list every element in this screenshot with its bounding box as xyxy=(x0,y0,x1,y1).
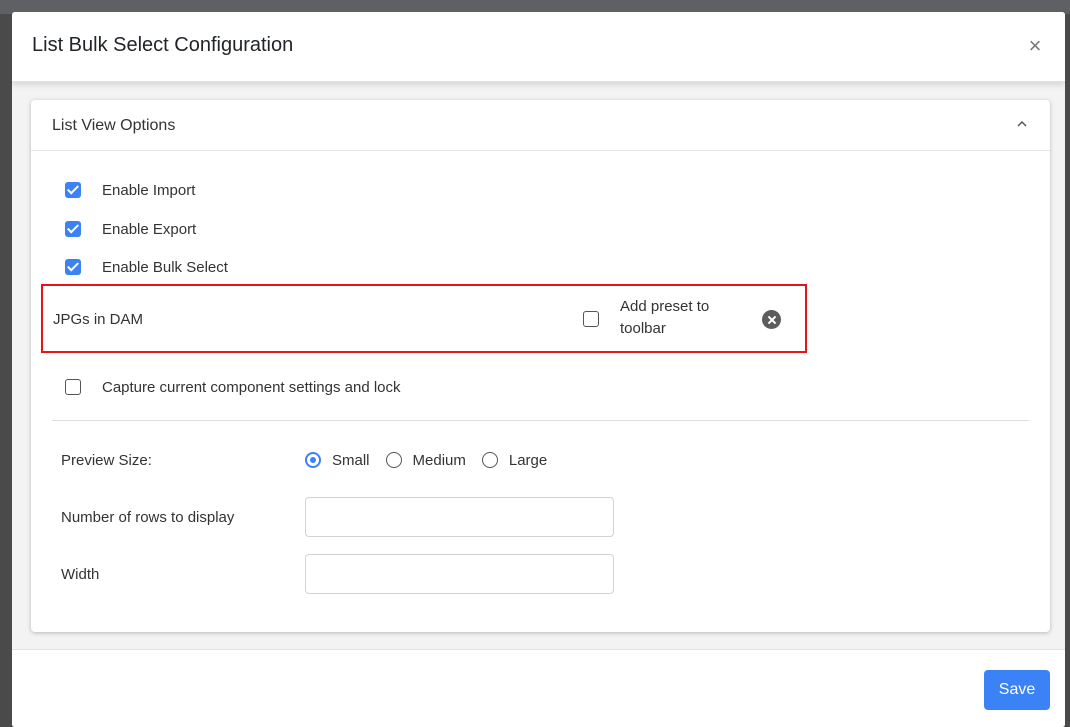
preset-row: JPGs in DAM Add preset to toolbar xyxy=(41,284,807,353)
config-modal: List Bulk Select Configuration × List Vi… xyxy=(12,12,1065,727)
preview-size-large-radio[interactable] xyxy=(481,452,498,468)
save-button[interactable]: Save xyxy=(984,670,1050,710)
backdrop-left xyxy=(0,14,12,727)
enable-export-option[interactable]: Enable Export xyxy=(65,219,196,239)
preview-size-small-label: Small xyxy=(332,451,370,469)
enable-bulk-select-label: Enable Bulk Select xyxy=(102,258,228,276)
backdrop-right xyxy=(1065,14,1070,727)
preview-size-medium-radio[interactable] xyxy=(385,452,402,468)
enable-bulk-select-option[interactable]: Enable Bulk Select xyxy=(65,257,228,277)
divider xyxy=(52,420,1029,421)
preview-size-large-label: Large xyxy=(508,451,548,469)
list-view-options-panel: List View Options Enable Import Enable E… xyxy=(31,100,1050,632)
add-preset-to-toolbar-checkbox[interactable] xyxy=(583,311,599,327)
panel-header[interactable]: List View Options xyxy=(31,100,1050,151)
modal-header: List Bulk Select Configuration × xyxy=(12,12,1065,82)
enable-export-checkbox[interactable] xyxy=(65,221,81,237)
enable-import-option[interactable]: Enable Import xyxy=(65,180,195,200)
close-icon[interactable]: × xyxy=(1023,34,1047,58)
modal-body: List View Options Enable Import Enable E… xyxy=(12,82,1065,649)
rows-to-display-input[interactable] xyxy=(305,497,614,537)
preview-size-label: Preview Size: xyxy=(61,452,152,469)
preset-name: JPGs in DAM xyxy=(53,311,144,328)
chevron-up-icon[interactable] xyxy=(1014,116,1030,132)
preview-size-medium-label: Medium xyxy=(412,451,466,469)
width-label: Width xyxy=(61,566,100,583)
enable-import-label: Enable Import xyxy=(102,181,196,199)
capture-settings-checkbox[interactable] xyxy=(65,379,81,395)
panel-title: List View Options xyxy=(52,117,176,134)
rows-to-display-label: Number of rows to display xyxy=(61,509,235,526)
preview-size-small-radio[interactable] xyxy=(305,452,321,468)
remove-preset-icon[interactable] xyxy=(762,310,781,329)
enable-bulk-select-checkbox[interactable] xyxy=(65,259,81,275)
modal-title: List Bulk Select Configuration xyxy=(32,34,294,56)
width-input[interactable] xyxy=(305,554,614,594)
modal-footer: Save xyxy=(12,649,1065,727)
add-preset-to-toolbar-label: Add preset to toolbar xyxy=(620,298,710,337)
capture-settings-label: Capture current component settings and l… xyxy=(102,378,401,396)
enable-export-label: Enable Export xyxy=(102,220,197,238)
enable-import-checkbox[interactable] xyxy=(65,182,81,198)
capture-settings-option[interactable]: Capture current component settings and l… xyxy=(65,377,401,397)
preview-size-radio-group: Small Medium Large xyxy=(305,450,563,470)
